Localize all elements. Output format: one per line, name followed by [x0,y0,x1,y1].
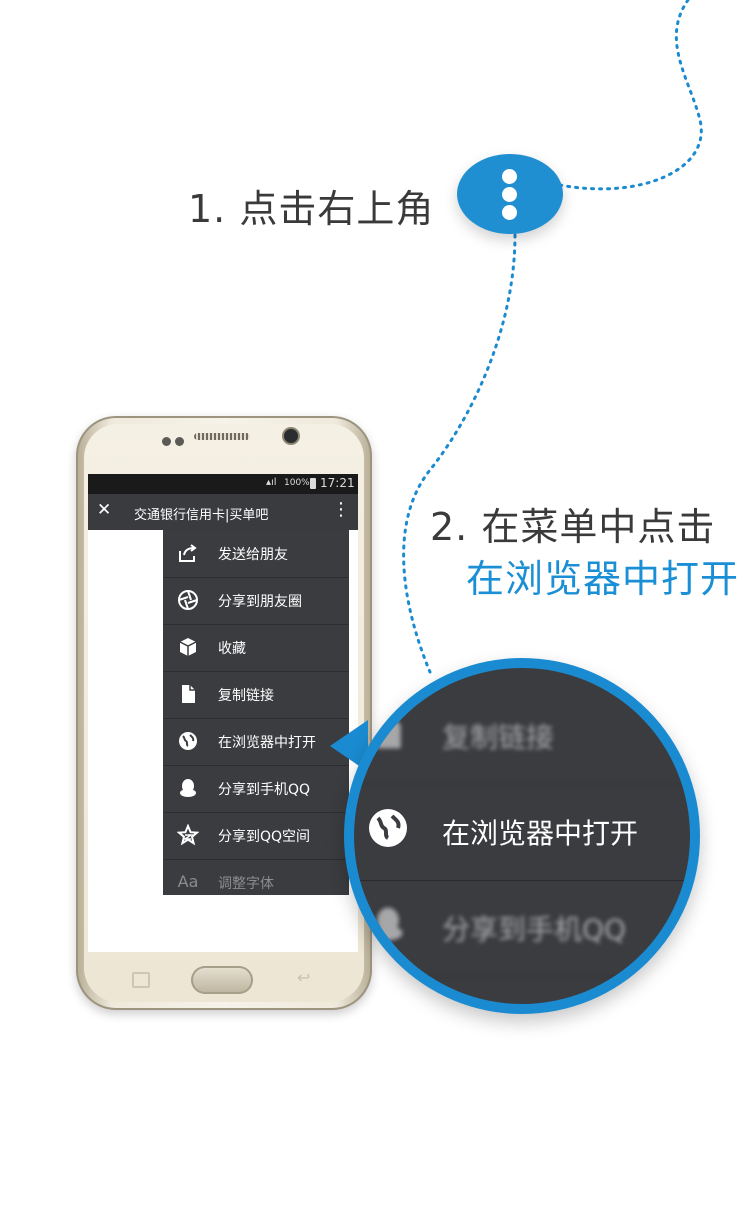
menu-item-favorite[interactable]: 收藏 [163,624,349,672]
zoom-label-highlight: 在浏览器中打开 [442,817,639,850]
share-icon [177,542,199,564]
document-icon [177,683,199,705]
menu-item-share-qq[interactable]: 分享到手机QQ [163,765,349,813]
step-1-text: 1. 点击右上角 [188,187,435,231]
menu-item-label: 在浏览器中打开 [218,735,316,751]
menu-item-open-in-browser[interactable]: 在浏览器中打开 [163,718,349,766]
menu-item-send-to-friend[interactable]: 发送给朋友 [163,530,349,578]
clock: 17:21 [320,476,355,490]
zoom-row-share-qq: 分享到手机QQ [354,880,690,977]
zoom-row-copy-link: 复制链接 [354,688,690,785]
qq-penguin-icon [177,777,199,799]
more-menu-badge [457,154,563,234]
battery-percent: 100% [284,478,310,488]
back-icon[interactable]: ↩ [297,968,310,987]
menu-item-font-size[interactable]: Aa 调整字体 [163,859,349,895]
menu-item-label: 复制链接 [218,688,274,704]
menu-item-label: 调整字体 [218,876,274,892]
zoom-label-above: 复制链接 [442,721,555,754]
signal-icon: ▴ıl [266,477,277,488]
close-icon[interactable]: ✕ [97,500,111,520]
zoom-label-below: 分享到手机QQ [442,913,627,946]
step-2-text: 2. 在菜单中点击 [430,505,716,549]
battery-icon [310,478,316,489]
font-size-icon: Aa [177,872,199,891]
globe-icon [364,806,412,854]
qq-penguin-icon [364,902,412,950]
overflow-menu: 发送给朋友 分享到朋友圈 收藏 复制链接 在浏览器中打开 分享到手机QQ 分享到… [163,530,349,895]
page-title: 交通银行信用卡|买单吧 [134,508,269,523]
qzone-star-icon [176,823,200,846]
app-bar: ✕ 交通银行信用卡|买单吧 ⋮ [88,494,358,530]
document-icon [364,710,412,758]
menu-item-share-moments[interactable]: 分享到朋友圈 [163,577,349,625]
more-vertical-icon[interactable]: ⋮ [332,499,350,520]
step-2-highlight-text: 在浏览器中打开 [466,557,740,601]
status-bar: ▴ıl 100% 17:21 [88,474,358,494]
home-button[interactable] [191,966,253,994]
globe-icon [177,730,199,752]
menu-item-label: 分享到手机QQ [218,782,311,798]
cube-icon [177,636,199,658]
recent-apps-icon[interactable] [132,972,150,988]
menu-item-label: 发送给朋友 [218,547,288,563]
sensor-dots [162,431,188,450]
menu-item-share-qzone[interactable]: 分享到QQ空间 [163,812,349,860]
menu-item-copy-link[interactable]: 复制链接 [163,671,349,719]
menu-item-label: 分享到QQ空间 [218,829,311,845]
earpiece-speaker [194,433,250,440]
aperture-icon [177,589,199,611]
zoom-bubble-content: 复制链接 在浏览器中打开 分享到手机QQ [354,668,690,1004]
front-camera [284,429,298,443]
menu-item-label: 收藏 [218,641,246,657]
menu-item-label: 分享到朋友圈 [218,594,302,610]
zoom-row-open-in-browser[interactable]: 在浏览器中打开 [354,784,690,881]
